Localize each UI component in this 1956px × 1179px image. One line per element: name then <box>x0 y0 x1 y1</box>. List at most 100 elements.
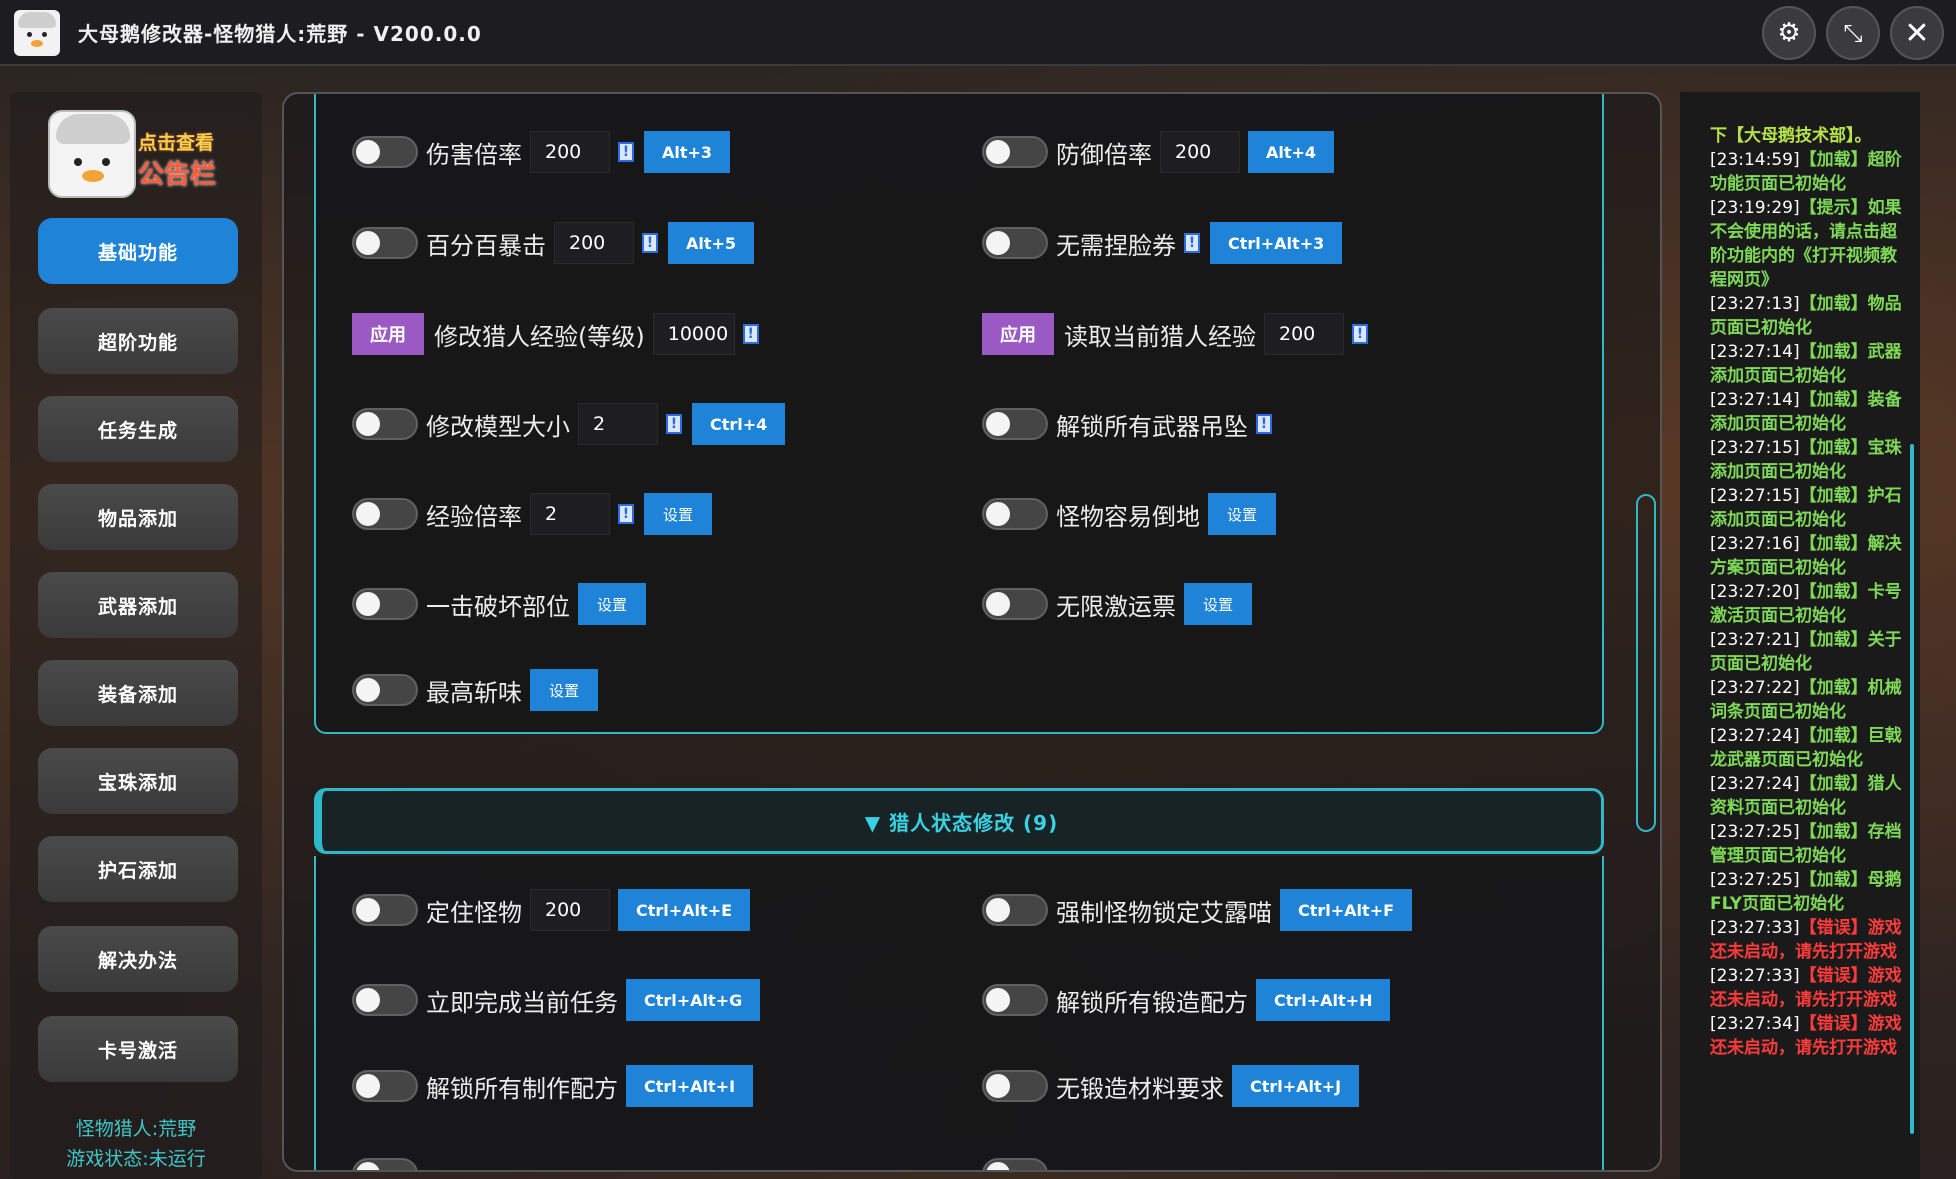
close-button[interactable]: ✕ <box>1890 6 1944 60</box>
break-parts-row: 一击破坏部位 设置 <box>352 582 646 626</box>
no-forge-material-hotkey[interactable]: Ctrl+Alt+J <box>1232 1065 1360 1107</box>
unlock-pendants-toggle[interactable] <box>982 408 1048 440</box>
max-sharpness-label: 最高斩味 <box>426 678 522 707</box>
max-sharpness-set-button[interactable]: 设置 <box>530 669 598 711</box>
window-title: 大母鹅修改器-怪物猎人:荒野 - V200.0.0 <box>78 22 482 46</box>
defense-input[interactable]: 200 <box>1160 131 1240 173</box>
settings-button[interactable]: ⚙ <box>1762 6 1816 60</box>
defense-hotkey[interactable]: Alt+4 <box>1248 131 1335 173</box>
partial-toggle[interactable] <box>982 1158 1048 1170</box>
model-size-row: 修改模型大小 2 ! Ctrl+4 <box>352 402 786 446</box>
damage-row: 伤害倍率 200 ! Alt+3 <box>352 130 731 174</box>
max-sharpness-toggle[interactable] <box>352 674 418 706</box>
goose-mascot-icon <box>48 110 136 198</box>
break-parts-toggle[interactable] <box>352 588 418 620</box>
notice-title: 公告栏 <box>138 160 217 190</box>
log-line: [23:27:25]【加载】母鹅FLY页面已初始化 <box>1710 868 1906 916</box>
model-size-label: 修改模型大小 <box>426 412 570 441</box>
shrink-button[interactable]: ⤡ <box>1826 6 1880 60</box>
log-line: 下【大母鹅技术部】。 <box>1710 124 1906 148</box>
info-icon[interactable]: ! <box>1184 233 1200 253</box>
info-icon[interactable]: ! <box>642 233 658 253</box>
log-timestamp: [23:27:21] <box>1710 630 1800 650</box>
freeze-monster-input[interactable]: 200 <box>530 889 610 931</box>
info-icon[interactable]: ! <box>1256 414 1272 434</box>
unlock-forge-hotkey[interactable]: Ctrl+Alt+H <box>1256 979 1391 1021</box>
info-icon[interactable]: ! <box>742 324 759 344</box>
no-face-coupon-row: 无需捏脸券 ! Ctrl+Alt+3 <box>982 221 1343 265</box>
crit-input[interactable]: 200 <box>554 222 634 264</box>
exp-read-apply-button[interactable]: 应用 <box>982 313 1054 355</box>
info-icon[interactable]: ! <box>1352 324 1368 344</box>
finish-quest-row: 立即完成当前任务 Ctrl+Alt+G <box>352 978 761 1022</box>
freeze-monster-hotkey[interactable]: Ctrl+Alt+E <box>618 889 751 931</box>
crit-hotkey[interactable]: Alt+5 <box>668 222 755 264</box>
exp-modify-apply-button[interactable]: 应用 <box>352 313 424 355</box>
defense-toggle[interactable] <box>982 136 1048 168</box>
no-forge-material-label: 无锻造材料要求 <box>1056 1074 1224 1103</box>
crit-toggle[interactable] <box>352 227 418 259</box>
sidebar-item-quest[interactable]: 任务生成 <box>38 396 238 462</box>
easy-knockdown-set-button[interactable]: 设置 <box>1208 493 1276 535</box>
notice-subtitle: 点击查看 <box>138 132 215 154</box>
damage-input[interactable]: 200 <box>530 131 610 173</box>
exp-rate-toggle[interactable] <box>352 498 418 530</box>
log-line: [23:27:21]【加载】关于页面已初始化 <box>1710 628 1906 676</box>
log-line: [23:27:14]【加载】装备添加页面已初始化 <box>1710 388 1906 436</box>
sidebar-item-items[interactable]: 物品添加 <box>38 484 238 550</box>
no-face-coupon-label: 无需捏脸券 <box>1056 231 1176 260</box>
easy-knockdown-toggle[interactable] <box>982 498 1048 530</box>
exp-modify-input[interactable]: 10000 <box>652 313 735 355</box>
exp-rate-set-button[interactable]: 设置 <box>644 493 712 535</box>
unlock-forge-toggle[interactable] <box>982 984 1048 1016</box>
log-timestamp: [23:27:33] <box>1710 966 1800 986</box>
log-line: [23:27:24]【加载】猎人资料页面已初始化 <box>1710 772 1906 820</box>
info-icon[interactable]: ! <box>666 414 682 434</box>
hunter-status-section-header[interactable]: ▼ 猎人状态修改 (9) <box>314 788 1604 854</box>
info-icon[interactable]: ! <box>618 142 634 162</box>
sidebar-item-activation[interactable]: 卡号激活 <box>38 1016 238 1082</box>
log-timestamp: [23:14:59] <box>1710 150 1800 170</box>
model-size-hotkey[interactable]: Ctrl+4 <box>692 403 786 445</box>
log-line: [23:27:25]【加载】存档管理页面已初始化 <box>1710 820 1906 868</box>
no-face-coupon-toggle[interactable] <box>982 227 1048 259</box>
sidebar-item-solutions[interactable]: 解决办法 <box>38 926 238 992</box>
sidebar-item-decorations[interactable]: 宝珠添加 <box>38 748 238 814</box>
unlock-pendants-label: 解锁所有武器吊坠 <box>1056 412 1248 441</box>
sidebar-item-armor[interactable]: 装备添加 <box>38 660 238 726</box>
log-timestamp: [23:27:15] <box>1710 486 1800 506</box>
model-size-input[interactable]: 2 <box>578 403 658 445</box>
toggle-row-partial <box>982 1152 1056 1170</box>
unlock-craft-toggle[interactable] <box>352 1070 418 1102</box>
infinite-vouchers-set-button[interactable]: 设置 <box>1184 583 1252 625</box>
max-sharpness-row: 最高斩味 设置 <box>352 668 598 712</box>
lock-palico-toggle[interactable] <box>982 894 1048 926</box>
unlock-craft-hotkey[interactable]: Ctrl+Alt+I <box>626 1065 754 1107</box>
no-forge-material-toggle[interactable] <box>982 1070 1048 1102</box>
sidebar-item-weapons[interactable]: 武器添加 <box>38 572 238 638</box>
break-parts-set-button[interactable]: 设置 <box>578 583 646 625</box>
model-size-toggle[interactable] <box>352 408 418 440</box>
no-face-coupon-hotkey[interactable]: Ctrl+Alt+3 <box>1210 222 1343 264</box>
damage-toggle[interactable] <box>352 136 418 168</box>
sidebar-item-advanced[interactable]: 超阶功能 <box>38 308 238 374</box>
notice-board-button[interactable]: 点击查看 公告栏 <box>48 110 226 202</box>
easy-knockdown-label: 怪物容易倒地 <box>1056 502 1200 531</box>
main-scrollbar[interactable] <box>1636 494 1656 832</box>
finish-quest-hotkey[interactable]: Ctrl+Alt+G <box>626 979 761 1021</box>
infinite-vouchers-toggle[interactable] <box>982 588 1048 620</box>
exp-rate-input[interactable]: 2 <box>530 493 610 535</box>
damage-hotkey[interactable]: Alt+3 <box>644 131 731 173</box>
freeze-monster-toggle[interactable] <box>352 894 418 926</box>
log-timestamp: [23:27:25] <box>1710 822 1800 842</box>
lock-palico-hotkey[interactable]: Ctrl+Alt+F <box>1280 889 1413 931</box>
sidebar-item-talismans[interactable]: 护石添加 <box>38 836 238 902</box>
info-icon[interactable]: ! <box>618 504 634 524</box>
exp-modify-row: 应用 修改猎人经验(等级) 10000 ! <box>352 312 769 356</box>
sidebar-item-basic[interactable]: 基础功能 <box>38 218 238 284</box>
log-timestamp: [23:27:33] <box>1710 918 1800 938</box>
exp-read-input[interactable]: 200 <box>1264 313 1344 355</box>
log-scrollbar[interactable] <box>1910 444 1914 1134</box>
finish-quest-toggle[interactable] <box>352 984 418 1016</box>
partial-toggle[interactable] <box>352 1158 418 1170</box>
